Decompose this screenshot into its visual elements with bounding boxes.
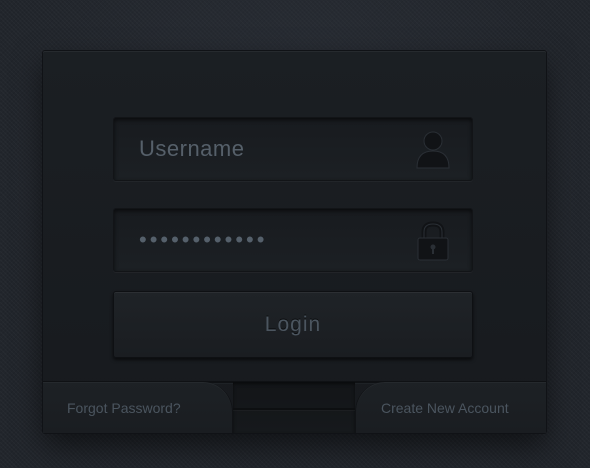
username-input[interactable]	[114, 118, 404, 180]
footer-notch-ledge	[233, 408, 355, 410]
forgot-password-link[interactable]: Forgot Password?	[43, 382, 233, 433]
password-input[interactable]	[114, 209, 404, 271]
user-icon	[416, 131, 450, 169]
create-account-link[interactable]: Create New Account	[355, 382, 546, 433]
login-panel: Login Forgot Password? Create New Accoun…	[43, 51, 546, 433]
username-field-wrapper	[113, 117, 473, 181]
password-field-wrapper	[113, 208, 473, 272]
login-button[interactable]: Login	[113, 291, 473, 358]
lock-icon	[417, 221, 449, 261]
